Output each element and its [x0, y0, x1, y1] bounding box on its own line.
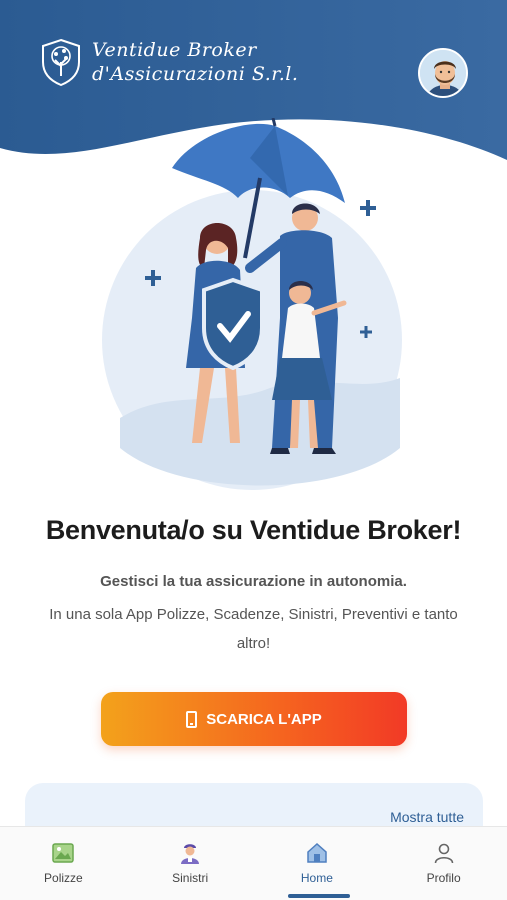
tab-profilo-label: Profilo — [426, 871, 461, 885]
download-app-button[interactable]: SCARICA L'APP — [101, 692, 407, 746]
welcome-subtitle: Gestisci la tua assicurazione in autonom… — [100, 573, 407, 590]
tab-profilo[interactable]: Profilo — [380, 827, 507, 900]
family-insurance-illustration — [100, 117, 420, 498]
bottom-tab-bar: Polizze Sinistri Home Profilo — [0, 826, 507, 900]
user-icon — [434, 843, 453, 864]
active-tab-indicator — [288, 894, 350, 898]
tab-sinistri-label: Sinistri — [172, 871, 209, 885]
brand-name: Ventidue Broker d'Assicurazioni S.r.l. — [92, 38, 298, 86]
tab-polizze[interactable]: Polizze — [0, 827, 127, 900]
download-app-label: SCARICA L'APP — [206, 710, 322, 728]
tab-home[interactable]: Home — [254, 827, 381, 900]
brand-name-line2: d'Assicurazioni S.r.l. — [92, 63, 299, 85]
agent-icon — [181, 844, 200, 864]
tab-sinistri[interactable]: Sinistri — [127, 827, 254, 900]
welcome-description: In una sola App Polizze, Scadenze, Sinis… — [49, 606, 458, 652]
welcome-title: Benvenuta/o su Ventidue Broker! — [45, 515, 462, 545]
tab-polizze-label: Polizze — [44, 871, 83, 885]
image-icon — [52, 843, 75, 863]
home-icon — [307, 842, 327, 863]
tab-home-label: Home — [300, 871, 333, 885]
profile-avatar[interactable] — [418, 48, 468, 98]
brand-name-line1: Ventidue Broker — [92, 39, 257, 61]
hero-illustration-icon — [102, 117, 402, 490]
brand-logo[interactable]: Ventidue Broker d'Assicurazioni S.r.l. — [40, 38, 298, 86]
tree-shield-icon — [42, 38, 80, 86]
show-all-link[interactable]: Mostra tutte — [390, 809, 464, 825]
phone-icon — [186, 710, 198, 728]
